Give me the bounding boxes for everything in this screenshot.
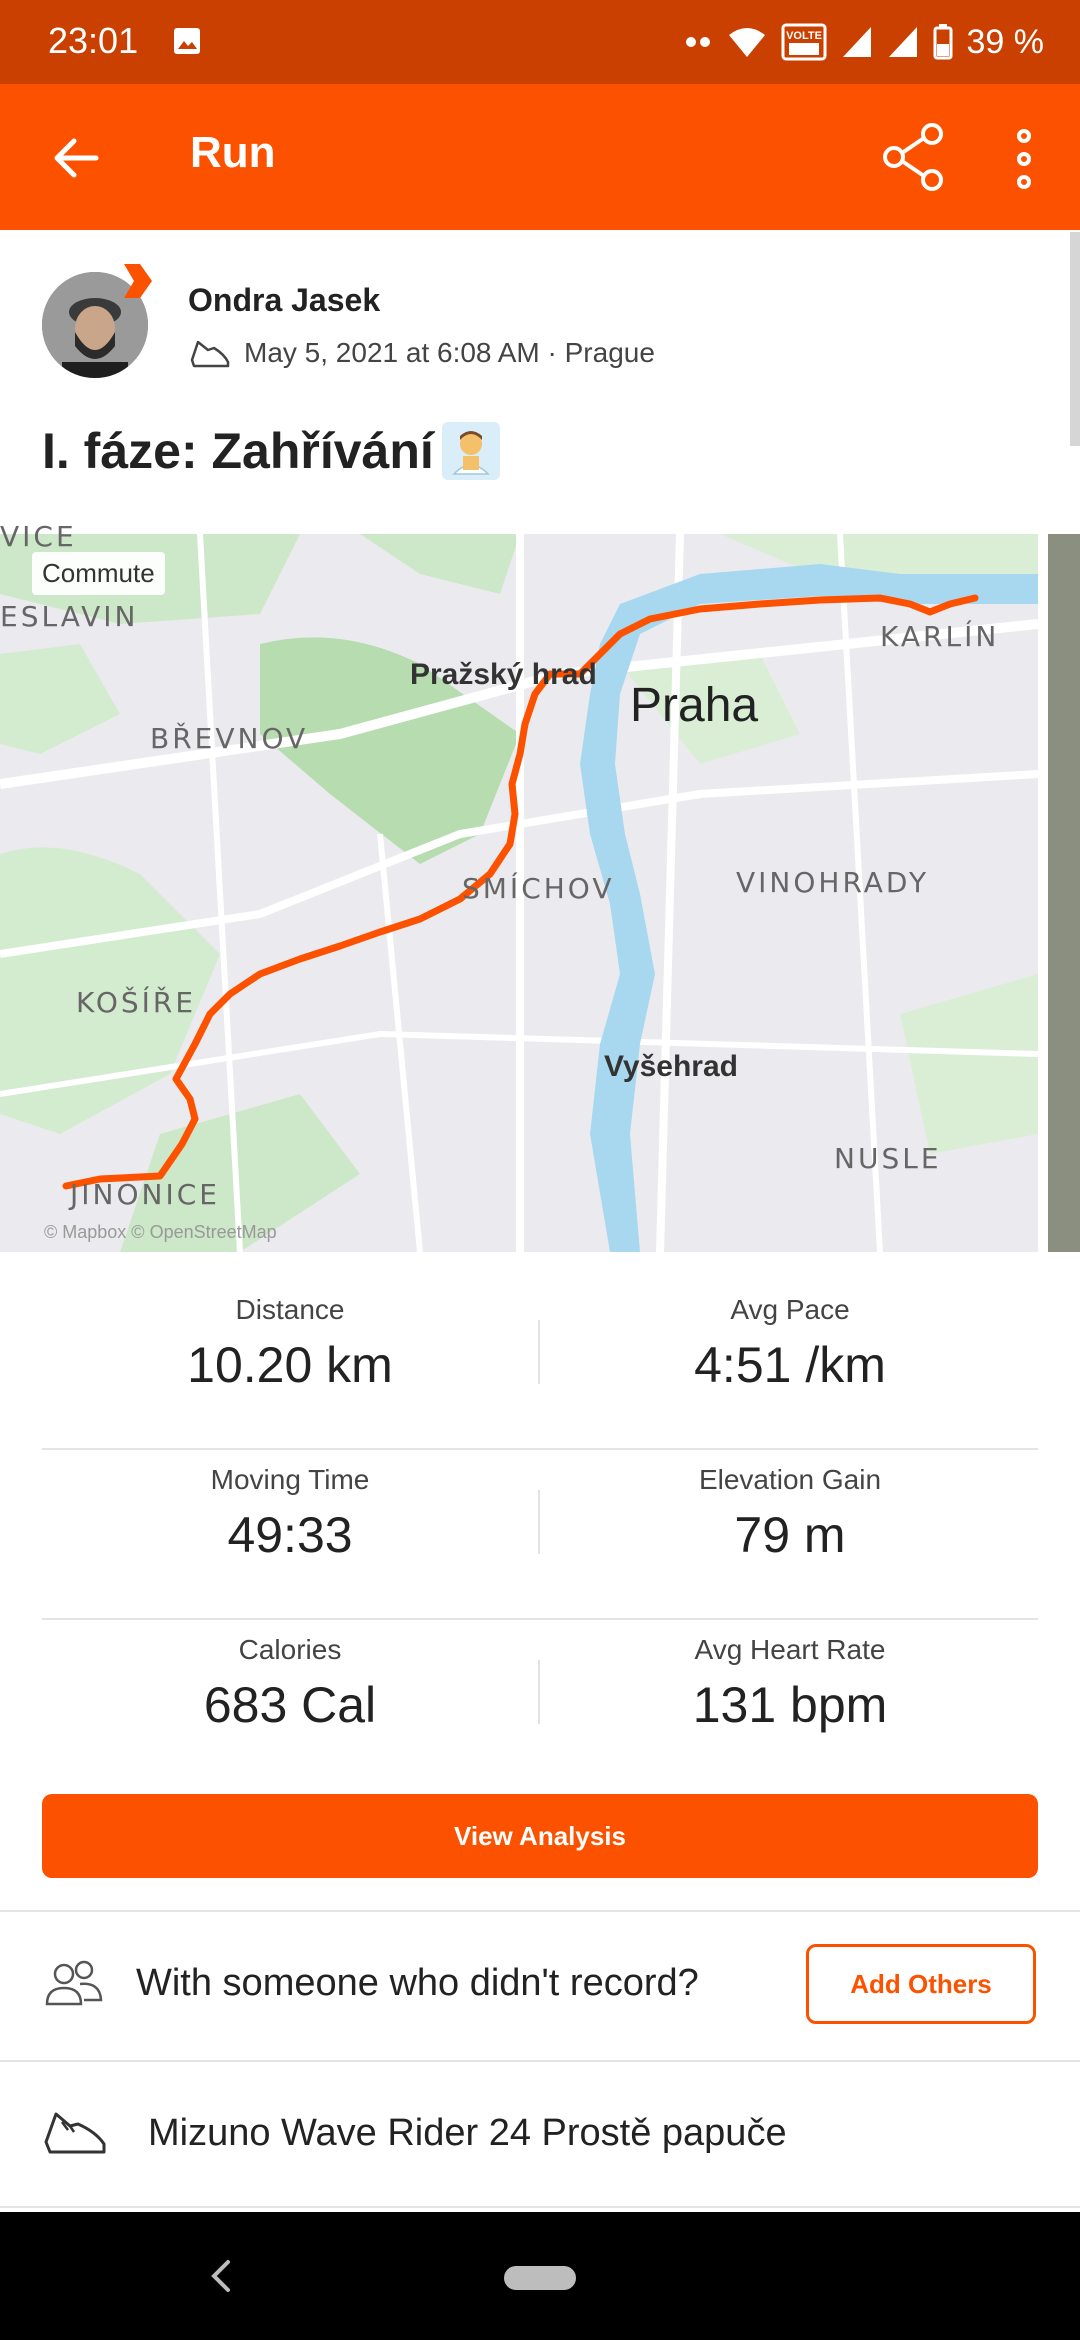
map-label: Vyšehrad — [604, 1050, 738, 1083]
more-vert-icon[interactable] — [1002, 124, 1046, 194]
divider — [0, 2206, 1080, 2208]
map-label: SMÍCHOV — [462, 872, 615, 905]
stat-separator — [538, 1660, 540, 1724]
stat-value: 49:33 — [227, 1507, 353, 1563]
nav-back-icon[interactable] — [206, 2256, 236, 2296]
stat-value: 4:51 /km — [694, 1337, 886, 1393]
battery-percent: 39 % — [966, 22, 1045, 61]
volte-icon: VOLTE — [781, 23, 826, 61]
stat-distance: Distance 10.20 km — [42, 1280, 538, 1394]
stat-separator — [538, 1320, 540, 1384]
map-label: Praha — [630, 679, 759, 732]
stats-row: Moving Time 49:33 Elevation Gain 79 m — [42, 1450, 1038, 1620]
shoe-icon — [190, 340, 230, 368]
stat-separator — [538, 1490, 540, 1554]
athlete-name[interactable]: Ondra Jasek — [188, 282, 380, 319]
with-others-row: With someone who didn't record? Add Othe… — [0, 1912, 1080, 2060]
activity-meta: May 5, 2021 at 6:08 AM · Prague — [188, 336, 655, 370]
activity-title: I. fáze: Zahřívání — [42, 422, 500, 480]
stat-label: Elevation Gain — [698, 1464, 882, 1495]
status-bar: 23:01 VOLTE 39 % — [0, 0, 1080, 84]
people-icon — [45, 1960, 103, 2006]
shoe-icon — [44, 2112, 106, 2154]
status-icons: VOLTE 39 % — [683, 18, 1045, 66]
volte-label: VOLTE — [786, 30, 822, 42]
home-pill[interactable] — [504, 2266, 576, 2290]
scrollbar[interactable] — [1070, 232, 1080, 446]
share-icon[interactable] — [878, 120, 948, 194]
map-label: NUSLE — [834, 1142, 942, 1175]
map-label: VICE — [0, 520, 77, 553]
stat-label: Moving Time — [210, 1464, 370, 1495]
with-others-text: With someone who didn't record? — [136, 1962, 699, 2004]
system-nav-bar — [0, 2212, 1080, 2340]
wifi-icon — [728, 28, 765, 57]
stat-avg-pace: Avg Pace 4:51 /km — [542, 1280, 1038, 1394]
activity-title-text: I. fáze: Zahřívání — [42, 423, 434, 479]
activity-date-location: May 5, 2021 at 6:08 AM · Prague — [244, 337, 655, 368]
stats-row: Calories 683 Cal Avg Heart Rate 131 bpm — [42, 1620, 1038, 1790]
commute-tag: Commute — [32, 552, 165, 595]
map-label: JINONICE — [70, 1178, 220, 1211]
image-icon — [174, 28, 200, 54]
stat-label: Calories — [238, 1634, 342, 1665]
stat-label: Distance — [235, 1294, 345, 1325]
stat-calories: Calories 683 Cal — [42, 1620, 538, 1734]
activity-emoji — [441, 422, 500, 480]
battery-icon — [933, 24, 952, 60]
subscriber-badge-icon — [124, 264, 152, 298]
next-photo-preview[interactable] — [1048, 534, 1080, 1252]
view-analysis-button[interactable]: View Analysis — [42, 1794, 1038, 1878]
stats-row: Distance 10.20 km Avg Pace 4:51 /km — [42, 1280, 1038, 1450]
map-label: VINOHRADY — [736, 866, 930, 899]
stat-value: 79 m — [734, 1507, 846, 1563]
stat-label: Avg Heart Rate — [694, 1634, 886, 1665]
stat-avg-heart-rate: Avg Heart Rate 131 bpm — [542, 1620, 1038, 1734]
dots-icon — [685, 37, 710, 47]
map-label: KARLÍN — [880, 620, 1000, 653]
signal-icon — [842, 27, 871, 57]
page-title: Run — [190, 128, 276, 177]
stat-value: 131 bpm — [692, 1677, 888, 1733]
gear-name: Mizuno Wave Rider 24 Prostě papuče — [148, 2112, 787, 2154]
map-attribution: © Mapbox © OpenStreetMap — [44, 1222, 277, 1242]
add-others-button[interactable]: Add Others — [806, 1944, 1036, 2024]
stat-elevation-gain: Elevation Gain 79 m — [542, 1450, 1038, 1564]
app-bar: Run — [0, 84, 1080, 230]
map-label: ESLAVIN — [0, 600, 139, 633]
stat-label: Avg Pace — [730, 1294, 850, 1325]
status-time: 23:01 — [48, 20, 139, 61]
map-label: BŘEVNOV — [150, 722, 309, 755]
stat-moving-time: Moving Time 49:33 — [42, 1450, 538, 1564]
map-label: Pražský hrad — [410, 658, 597, 691]
gear-row[interactable]: Mizuno Wave Rider 24 Prostě papuče — [0, 2062, 1080, 2208]
stat-value: 683 Cal — [203, 1677, 377, 1733]
stat-value: 10.20 km — [187, 1337, 393, 1393]
signal-icon — [888, 27, 917, 57]
map-label: KOŠÍŘE — [76, 986, 197, 1019]
person-emoji-icon — [452, 431, 490, 475]
back-arrow-icon[interactable] — [46, 128, 106, 188]
